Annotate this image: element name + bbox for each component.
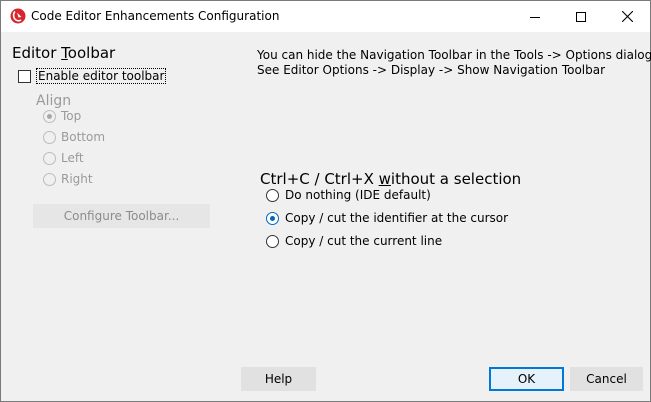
copy-line-label[interactable]: Copy / cut the current line — [285, 234, 442, 248]
align-right-radio[interactable] — [43, 173, 56, 186]
help-button[interactable]: Help — [241, 367, 316, 391]
align-top-label[interactable]: Top — [61, 109, 81, 123]
copy-identifier-label[interactable]: Copy / cut the identifier at the cursor — [285, 211, 508, 225]
copy-line-radio[interactable] — [266, 235, 279, 248]
configure-toolbar-button[interactable]: Configure Toolbar... — [33, 204, 210, 228]
align-bottom-radio[interactable] — [43, 131, 56, 144]
minimize-icon — [530, 16, 540, 18]
align-group-title: Align — [36, 93, 72, 109]
enable-editor-toolbar-label[interactable]: Enable editor toolbar — [36, 68, 167, 84]
close-button[interactable] — [604, 1, 650, 32]
info-line-2: See Editor Options -> Display -> Show Na… — [257, 63, 606, 77]
align-left-radio[interactable] — [43, 152, 56, 165]
radio-selected-dot — [270, 216, 275, 221]
selection-group-title: Ctrl+C / Ctrl+X without a selection — [260, 170, 521, 188]
selection-title-part: Ctrl+C / Ctrl+X — [260, 170, 379, 188]
copy-identifier-radio[interactable] — [266, 212, 279, 225]
align-right-label[interactable]: Right — [61, 172, 93, 186]
ok-button[interactable]: OK — [489, 367, 564, 391]
group-title-part: Editor — [12, 44, 62, 62]
dialog-window: Code Editor Enhancements Configuration E… — [0, 0, 651, 402]
align-bottom-label[interactable]: Bottom — [61, 130, 105, 144]
close-icon — [621, 11, 633, 22]
do-nothing-label[interactable]: Do nothing (IDE default) — [285, 188, 431, 202]
do-nothing-radio[interactable] — [266, 189, 279, 202]
align-left-label[interactable]: Left — [61, 151, 84, 165]
radio-selected-dot — [47, 114, 52, 119]
maximize-button[interactable] — [558, 1, 604, 32]
enable-editor-toolbar-text: Enable editor toolbar — [36, 68, 167, 84]
editor-toolbar-group-title: Editor Toolbar — [12, 44, 115, 62]
title-bar[interactable]: Code Editor Enhancements Configuration — [1, 1, 650, 32]
group-title-accesskey: T — [61, 44, 68, 62]
align-top-radio[interactable] — [43, 110, 56, 123]
window-title: Code Editor Enhancements Configuration — [31, 9, 280, 23]
minimize-button[interactable] — [512, 1, 558, 32]
group-title-part: oolbar — [67, 44, 116, 62]
selection-title-accesskey: w — [378, 170, 391, 188]
selection-title-part: ithout a selection — [390, 170, 522, 188]
info-line-1: You can hide the Navigation Toolbar in t… — [257, 48, 651, 62]
app-logo-icon — [10, 8, 26, 24]
enable-editor-toolbar-checkbox[interactable] — [18, 70, 31, 83]
cancel-button[interactable]: Cancel — [570, 367, 643, 391]
maximize-icon — [576, 11, 586, 22]
